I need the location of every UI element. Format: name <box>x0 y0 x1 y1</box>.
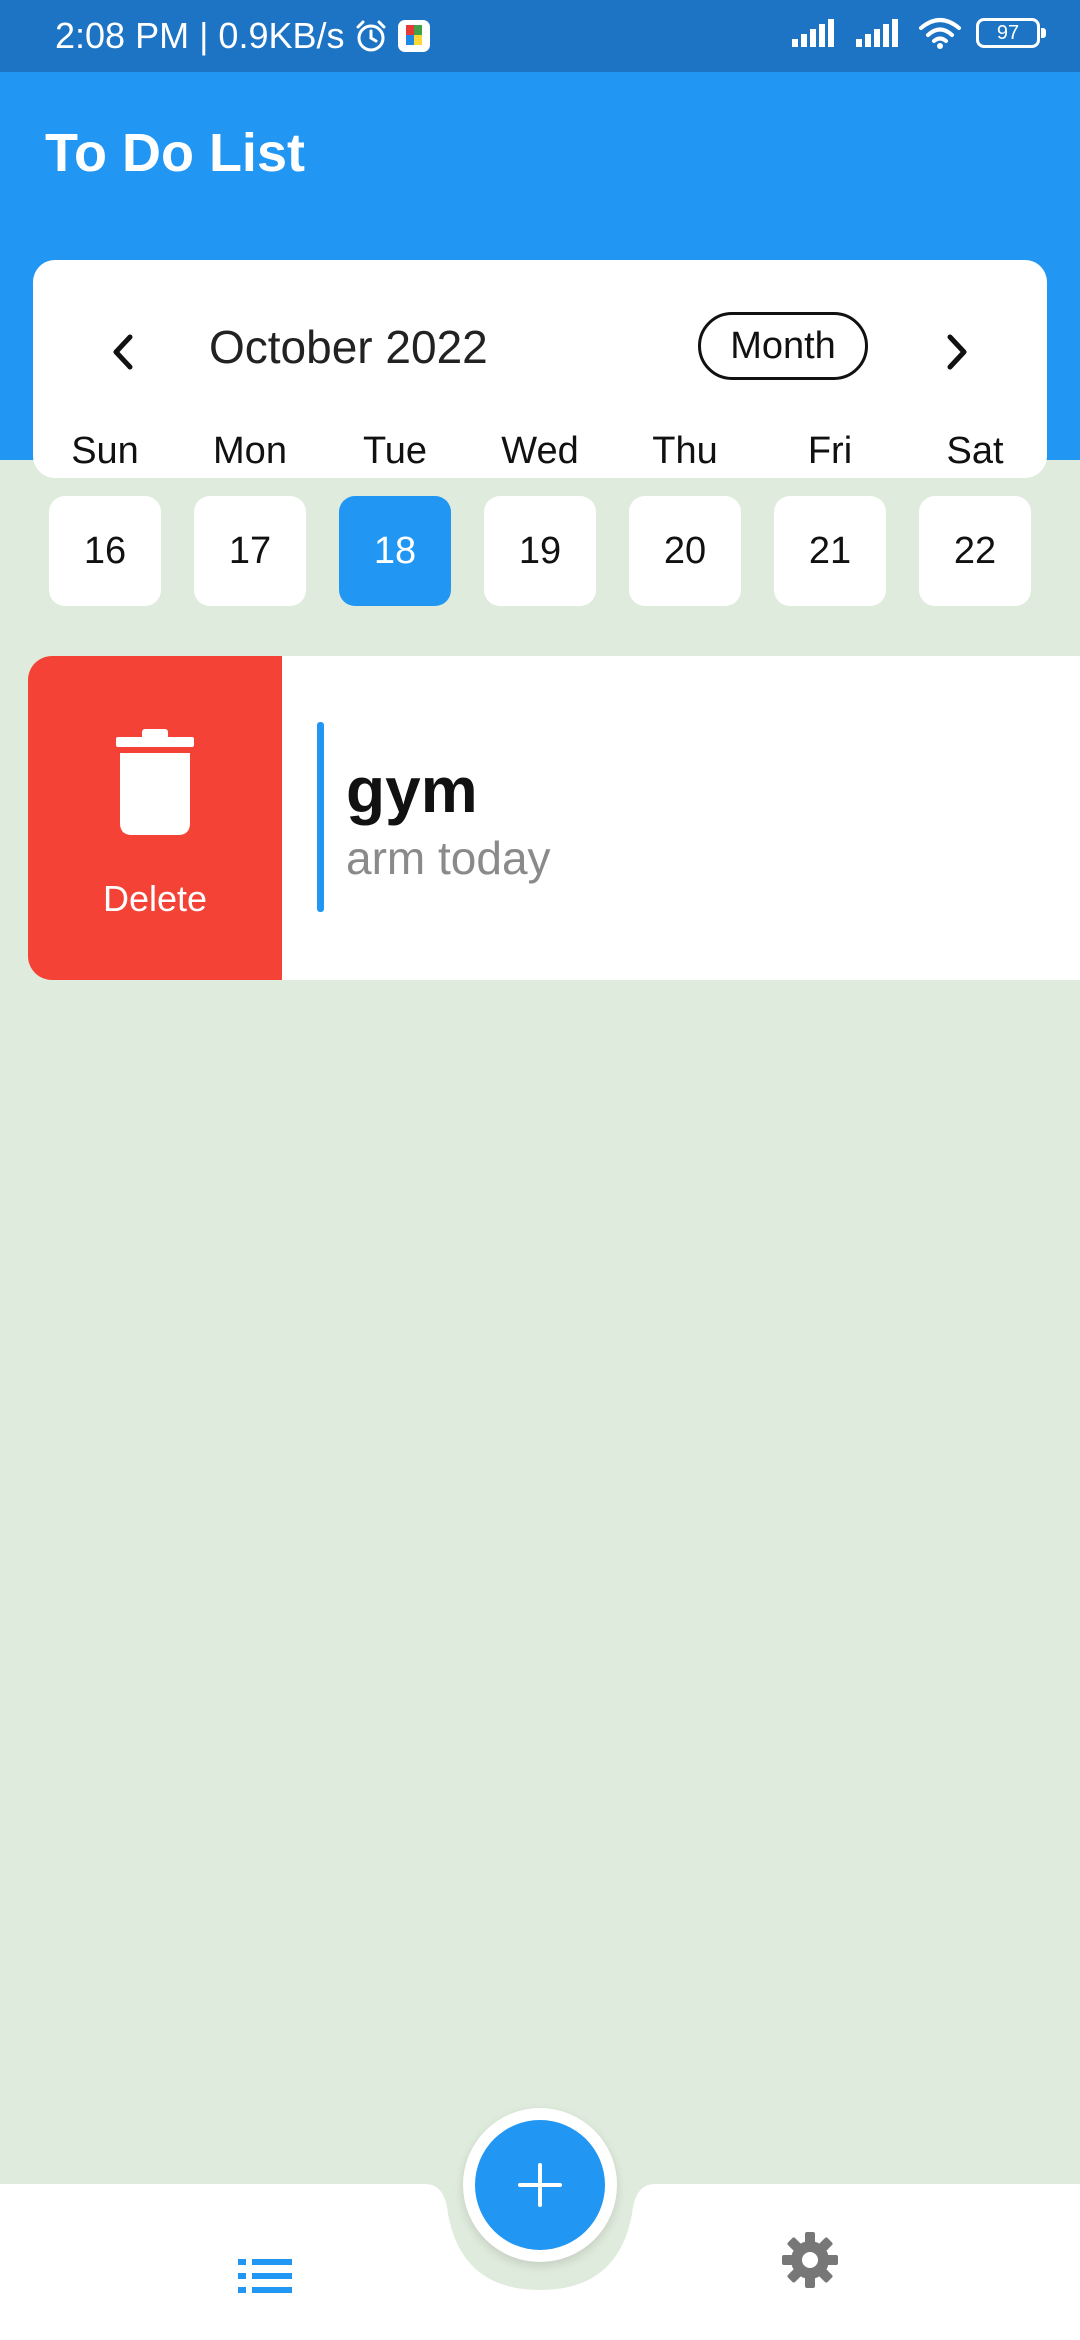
wifi-icon <box>919 18 961 49</box>
weekday-label: Tue <box>362 430 428 472</box>
plus-icon <box>518 2163 562 2207</box>
task-accent-bar <box>317 722 324 912</box>
date-cell[interactable]: 19 <box>484 496 596 606</box>
view-mode-toggle[interactable]: Month <box>698 312 868 380</box>
date-cell-selected[interactable]: 18 <box>339 496 451 606</box>
weekday-label: Sun <box>71 430 139 472</box>
delete-label: Delete <box>102 878 208 919</box>
previous-month-button[interactable] <box>93 322 153 382</box>
chevron-right-icon <box>947 334 967 370</box>
date-cell[interactable]: 17 <box>194 496 306 606</box>
add-task-button[interactable] <box>475 2120 605 2250</box>
date-cell[interactable]: 20 <box>629 496 741 606</box>
task-note: arm today <box>346 832 551 884</box>
trash-icon <box>116 729 194 835</box>
weekday-row: Sun Mon Tue Wed Thu Fri Sat <box>0 430 1080 490</box>
task-item: Delete gym arm today <box>28 656 1080 980</box>
weekday-label: Sat <box>946 430 1004 472</box>
signal-icon <box>792 19 834 47</box>
status-time: 2:08 PM | 0.9KB/s <box>55 15 345 56</box>
status-right: 97 <box>790 16 1046 50</box>
task-card[interactable]: gym arm today <box>282 656 1080 980</box>
weekday-label: Thu <box>652 430 718 472</box>
date-cell[interactable]: 21 <box>774 496 886 606</box>
next-month-button[interactable] <box>927 322 987 382</box>
status-bar: 2:08 PM | 0.9KB/s 97 <box>0 0 1080 72</box>
battery-icon: 97 <box>976 18 1046 48</box>
alarm-icon <box>356 20 385 52</box>
battery-level: 97 <box>996 22 1020 44</box>
delete-button[interactable]: Delete <box>28 656 282 980</box>
month-title: October 2022 <box>209 321 488 373</box>
weekday-label: Fri <box>807 430 853 472</box>
weekday-label: Wed <box>501 430 579 472</box>
settings-icon[interactable] <box>780 2230 840 2290</box>
date-cell[interactable]: 16 <box>49 496 161 606</box>
signal-icon <box>856 19 898 47</box>
status-left: 2:08 PM | 0.9KB/s <box>55 16 431 56</box>
weekday-label: Mon <box>213 430 287 472</box>
chevron-left-icon <box>113 334 133 370</box>
task-title: gym <box>346 754 478 826</box>
date-row: 16 17 18 19 20 21 22 <box>0 496 1080 606</box>
app-notification-icon <box>397 20 430 52</box>
list-icon[interactable] <box>238 2256 300 2302</box>
app-title: To Do List <box>45 123 305 183</box>
date-cell[interactable]: 22 <box>919 496 1031 606</box>
